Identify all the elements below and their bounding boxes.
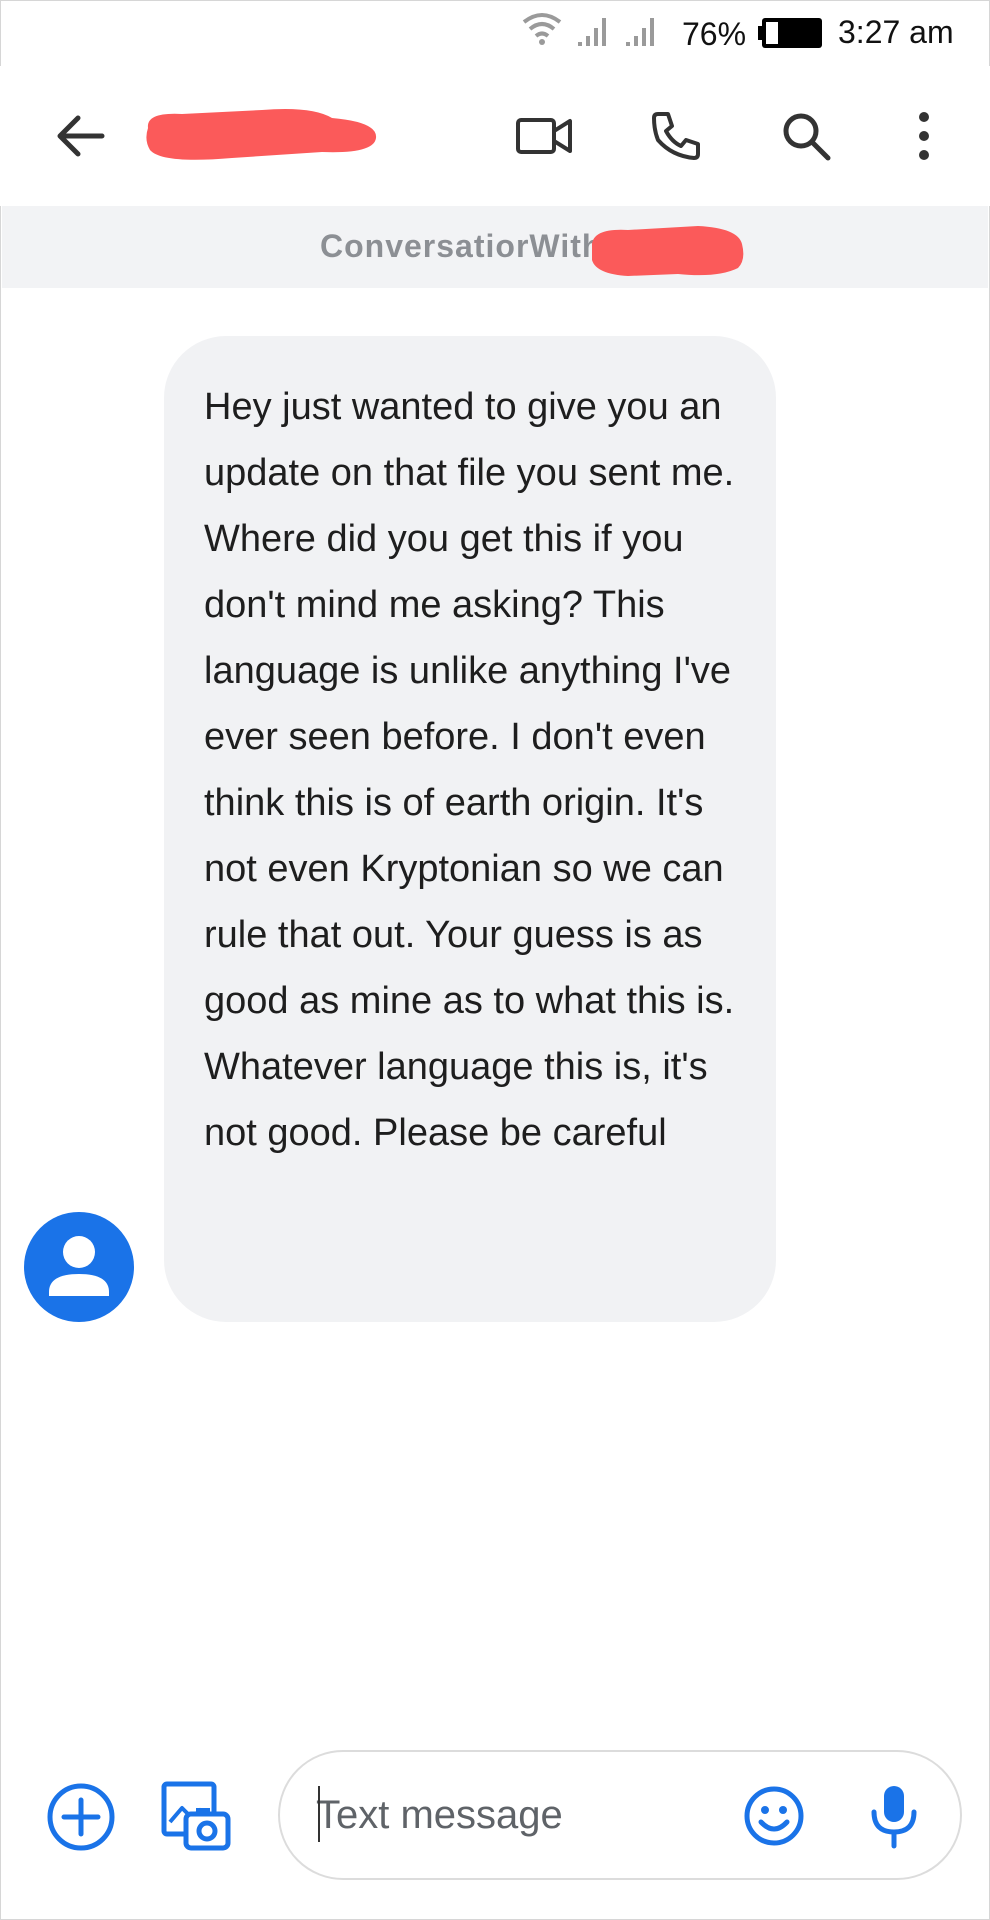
- signal-icon: [578, 18, 606, 46]
- message-bubble[interactable]: Hey just wanted to give you an update on…: [164, 336, 776, 1322]
- app-bar: [0, 66, 990, 206]
- conversation-banner: ConversatiorWith: [2, 206, 988, 288]
- mic-icon[interactable]: [862, 1782, 926, 1850]
- text-message-field[interactable]: [278, 1750, 962, 1880]
- avatar[interactable]: [24, 1212, 134, 1322]
- gallery-icon[interactable]: [160, 1780, 232, 1852]
- contact-name-redaction: [146, 109, 377, 160]
- video-call-button[interactable]: [504, 96, 584, 176]
- more-options-button[interactable]: [884, 96, 964, 176]
- conversation-banner-text: ConversatiorWith: [320, 228, 603, 264]
- phone-icon: [652, 112, 700, 160]
- signal-icon: [626, 18, 654, 46]
- message-text: Hey just wanted to give you an update on…: [204, 386, 735, 1154]
- more-vertical-icon: [919, 112, 929, 160]
- add-circle-icon[interactable]: [46, 1782, 116, 1852]
- battery-icon: [758, 18, 822, 48]
- clock: 3:27 am: [838, 14, 954, 50]
- banner-name-redaction: [592, 226, 744, 276]
- search-icon: [783, 113, 831, 161]
- person-icon: [49, 1236, 109, 1296]
- text-cursor: [318, 1786, 320, 1842]
- text-message-input[interactable]: [316, 1782, 696, 1848]
- status-bar: 76% 3:27 am: [0, 0, 990, 66]
- back-arrow-icon: [57, 115, 105, 157]
- phone-call-button[interactable]: [636, 96, 716, 176]
- battery-percent: 76%: [682, 16, 747, 52]
- search-button[interactable]: [766, 96, 846, 176]
- compose-bar: [0, 1740, 990, 1890]
- back-button[interactable]: [40, 96, 120, 176]
- video-camera-icon: [516, 118, 572, 154]
- emoji-icon[interactable]: [742, 1784, 806, 1848]
- wifi-icon: [522, 13, 562, 45]
